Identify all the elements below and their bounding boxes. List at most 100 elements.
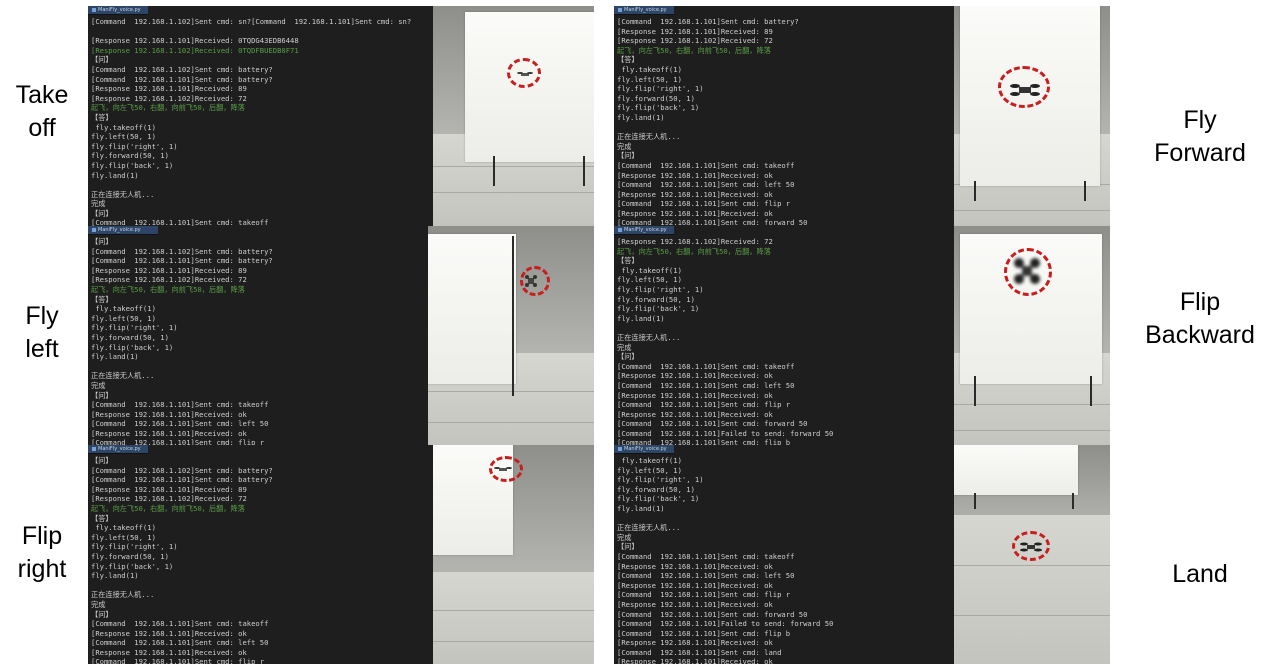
label-line: left bbox=[25, 335, 59, 363]
terminal-line: 完成 bbox=[617, 141, 632, 151]
terminal-line: [Response 192.168.1.101]Received: ok bbox=[91, 647, 247, 657]
highlight-circle-icon bbox=[1012, 531, 1050, 561]
terminal-line: [Command 192.168.1.101]Sent cmd: takeoff bbox=[617, 551, 795, 561]
terminal-line: [Response 192.168.1.101]Received: 89 bbox=[91, 84, 247, 94]
terminal-line: 【答】 bbox=[91, 112, 113, 122]
terminal-line: [Response 192.168.1.101]Received: 89 bbox=[91, 484, 247, 494]
terminal-line: [Response 192.168.1.101]Received: ok bbox=[617, 580, 773, 590]
title-bar: ManiFly_voice.py bbox=[614, 445, 674, 454]
terminal-line: fly.forward(50, 1) bbox=[91, 551, 169, 561]
terminal-line: 【问】 bbox=[617, 542, 639, 552]
terminal-line: 正在连接无人机... bbox=[617, 332, 681, 342]
terminal-line: fly.flip('right', 1) bbox=[91, 542, 178, 552]
terminal-line: fly.flip('right', 1) bbox=[617, 84, 704, 94]
terminal-line: [Response 192.168.1.101]Received: ok bbox=[617, 638, 773, 648]
terminal-line: 【答】 bbox=[91, 294, 113, 304]
terminal-line: fly.land(1) bbox=[91, 571, 139, 581]
title-bar: ManiFly_voice.py bbox=[614, 6, 674, 15]
terminal-window-take-off: ManiFly_voice.py [Command 192.168.1.102]… bbox=[88, 6, 433, 226]
title-bar: ManiFly_voice.py bbox=[88, 6, 148, 15]
terminal-line: [Command 192.168.1.101]Sent cmd: takeoff bbox=[91, 400, 269, 410]
terminal-line: [Response 192.168.1.101]Received: ok bbox=[91, 628, 247, 638]
terminal-line: 完成 bbox=[617, 342, 632, 352]
terminal-line: [Response 192.168.1.101]Received: ok bbox=[617, 599, 773, 609]
terminal-output[interactable]: fly.takeoff(1) fly.left(50, 1) fly.flip('r… bbox=[614, 454, 836, 664]
terminal-line: [Response 192.168.1.101]Received: ok bbox=[617, 189, 773, 199]
label-line: right bbox=[17, 555, 67, 583]
terminal-output[interactable]: [Command 192.168.1.102]Sent cmd: sn?[Com… bbox=[88, 15, 414, 226]
terminal-line: [Command 192.168.1.101]Sent cmd: flip r bbox=[617, 590, 791, 600]
terminal-line: fly.takeoff(1) bbox=[91, 304, 156, 314]
terminal-output[interactable]: 【问】 [Command 192.168.1.102]Sent cmd: batt… bbox=[88, 454, 276, 664]
terminal-line: fly.left(50, 1) bbox=[617, 275, 682, 285]
label-take-off: Take off bbox=[16, 79, 69, 145]
label-line: Backward bbox=[1145, 321, 1255, 349]
title-bar: ManiFly_voice.py bbox=[614, 226, 674, 235]
terminal-line: fly.left(50, 1) bbox=[91, 532, 156, 542]
terminal-line: 【问】 bbox=[617, 352, 639, 362]
terminal-line: [Command 192.168.1.101]Sent cmd: takeoff bbox=[91, 619, 269, 629]
terminal-line: [Command 192.168.1.101]Sent cmd: left 50 bbox=[91, 419, 269, 429]
terminal-line: [Response 192.168.1.101]Received: ok bbox=[617, 371, 773, 381]
terminal-line: [Command 192.168.1.101]Sent cmd: forward… bbox=[617, 218, 808, 226]
terminal-line: [Command 192.168.1.101]Sent cmd: flip r bbox=[617, 199, 791, 209]
terminal-line: fly.flip('back', 1) bbox=[91, 342, 174, 352]
terminal-line: fly.takeoff(1) bbox=[91, 523, 156, 533]
terminal-line: [Command 192.168.1.101]Sent cmd: takeoff bbox=[91, 218, 269, 226]
terminal-line: fly.takeoff(1) bbox=[617, 265, 682, 275]
terminal-line: [Command 192.168.1.101]Sent cmd: battery… bbox=[91, 475, 273, 485]
label-line: Take bbox=[15, 81, 69, 109]
terminal-window-flip-backward: ManiFly_voice.py [Response 192.168.1.102… bbox=[614, 226, 954, 445]
terminal-line: [Response 192.168.1.101]Received: ok bbox=[617, 657, 773, 664]
terminal-line: 起飞，向左飞50，右翻，向前飞50，后翻，降落 bbox=[91, 503, 245, 513]
terminal-output[interactable]: [Response 192.168.1.102]Received: 72 起飞，向… bbox=[614, 235, 836, 445]
terminal-line: 【问】 bbox=[91, 609, 113, 619]
highlight-circle-icon bbox=[507, 58, 541, 88]
terminal-line: fly.forward(50, 1) bbox=[617, 484, 695, 494]
terminal-line: [Response 192.168.1.101]Received: ok bbox=[91, 428, 247, 438]
terminal-line: fly.left(50, 1) bbox=[91, 313, 156, 323]
terminal-line: [Response 192.168.1.101]Received: ok bbox=[91, 409, 247, 419]
label-line: Fly bbox=[1183, 106, 1217, 134]
terminal-line: [Command 192.168.1.101]Sent cmd: forward… bbox=[617, 419, 808, 429]
terminal-line: 【问】 bbox=[617, 151, 639, 161]
terminal-line: [Command 192.168.1.101]Sent cmd: flip r bbox=[617, 400, 791, 410]
terminal-line: [Command 192.168.1.101]Sent cmd: left 50 bbox=[617, 571, 795, 581]
terminal-output[interactable]: [Command 192.168.1.101]Sent cmd: battery… bbox=[614, 15, 810, 226]
terminal-line: [Response 192.168.1.101]Received: ok bbox=[617, 561, 773, 571]
terminal-line: [Response 192.168.1.101]Received: ok bbox=[617, 409, 773, 419]
label-line: Forward bbox=[1154, 139, 1246, 167]
terminal-line: [Response 192.168.1.102]Received: 0TQDFB… bbox=[91, 45, 299, 55]
terminal-line: fly.left(50, 1) bbox=[617, 74, 682, 84]
terminal-line: [Command 192.168.1.101]Sent cmd: forward… bbox=[617, 609, 808, 619]
terminal-line: [Command 192.168.1.101]Sent cmd: flip r bbox=[91, 657, 265, 664]
window-title: ManiFly_voice.py bbox=[618, 6, 667, 14]
terminal-window-fly-left: ManiFly_voice.py 【问】 [Command 192.168.1.1… bbox=[88, 226, 428, 445]
label-flip-right: Flip right bbox=[18, 520, 67, 586]
window-title: ManiFly_voice.py bbox=[92, 6, 141, 14]
label-line: Fly bbox=[25, 302, 59, 330]
label-fly-left: Fly left bbox=[25, 300, 58, 366]
terminal-line: [Response 192.168.1.101]Received: 89 bbox=[91, 265, 247, 275]
window-title: ManiFly_voice.py bbox=[92, 445, 141, 453]
label-flip-backward: Flip Backward bbox=[1145, 286, 1255, 352]
highlight-circle-icon bbox=[1004, 248, 1052, 296]
terminal-line: fly.flip('back', 1) bbox=[617, 103, 700, 113]
terminal-line: 起飞，向左飞50，右翻，向前飞50，后翻，降落 bbox=[91, 284, 245, 294]
terminal-output[interactable]: 【问】 [Command 192.168.1.102]Sent cmd: batt… bbox=[88, 235, 276, 445]
backdrop bbox=[954, 445, 1078, 495]
terminal-line: 【问】 bbox=[91, 390, 113, 400]
terminal-line: 正在连接无人机... bbox=[617, 132, 681, 142]
terminal-line: 【问】 bbox=[91, 208, 113, 218]
terminal-line: [Response 192.168.1.102]Received: 72 bbox=[91, 93, 247, 103]
terminal-line: [Command 192.168.1.101]Sent cmd: left 50 bbox=[91, 638, 269, 648]
highlight-circle-icon bbox=[520, 266, 550, 296]
camera-view-fly-left bbox=[428, 226, 594, 445]
terminal-line: fly.land(1) bbox=[617, 503, 665, 513]
window-title: ManiFly_voice.py bbox=[92, 226, 141, 234]
terminal-line: [Command 192.168.1.102]Sent cmd: sn?[Com… bbox=[91, 17, 412, 26]
terminal-line: [Command 192.168.1.101]Sent cmd: land bbox=[617, 647, 782, 657]
